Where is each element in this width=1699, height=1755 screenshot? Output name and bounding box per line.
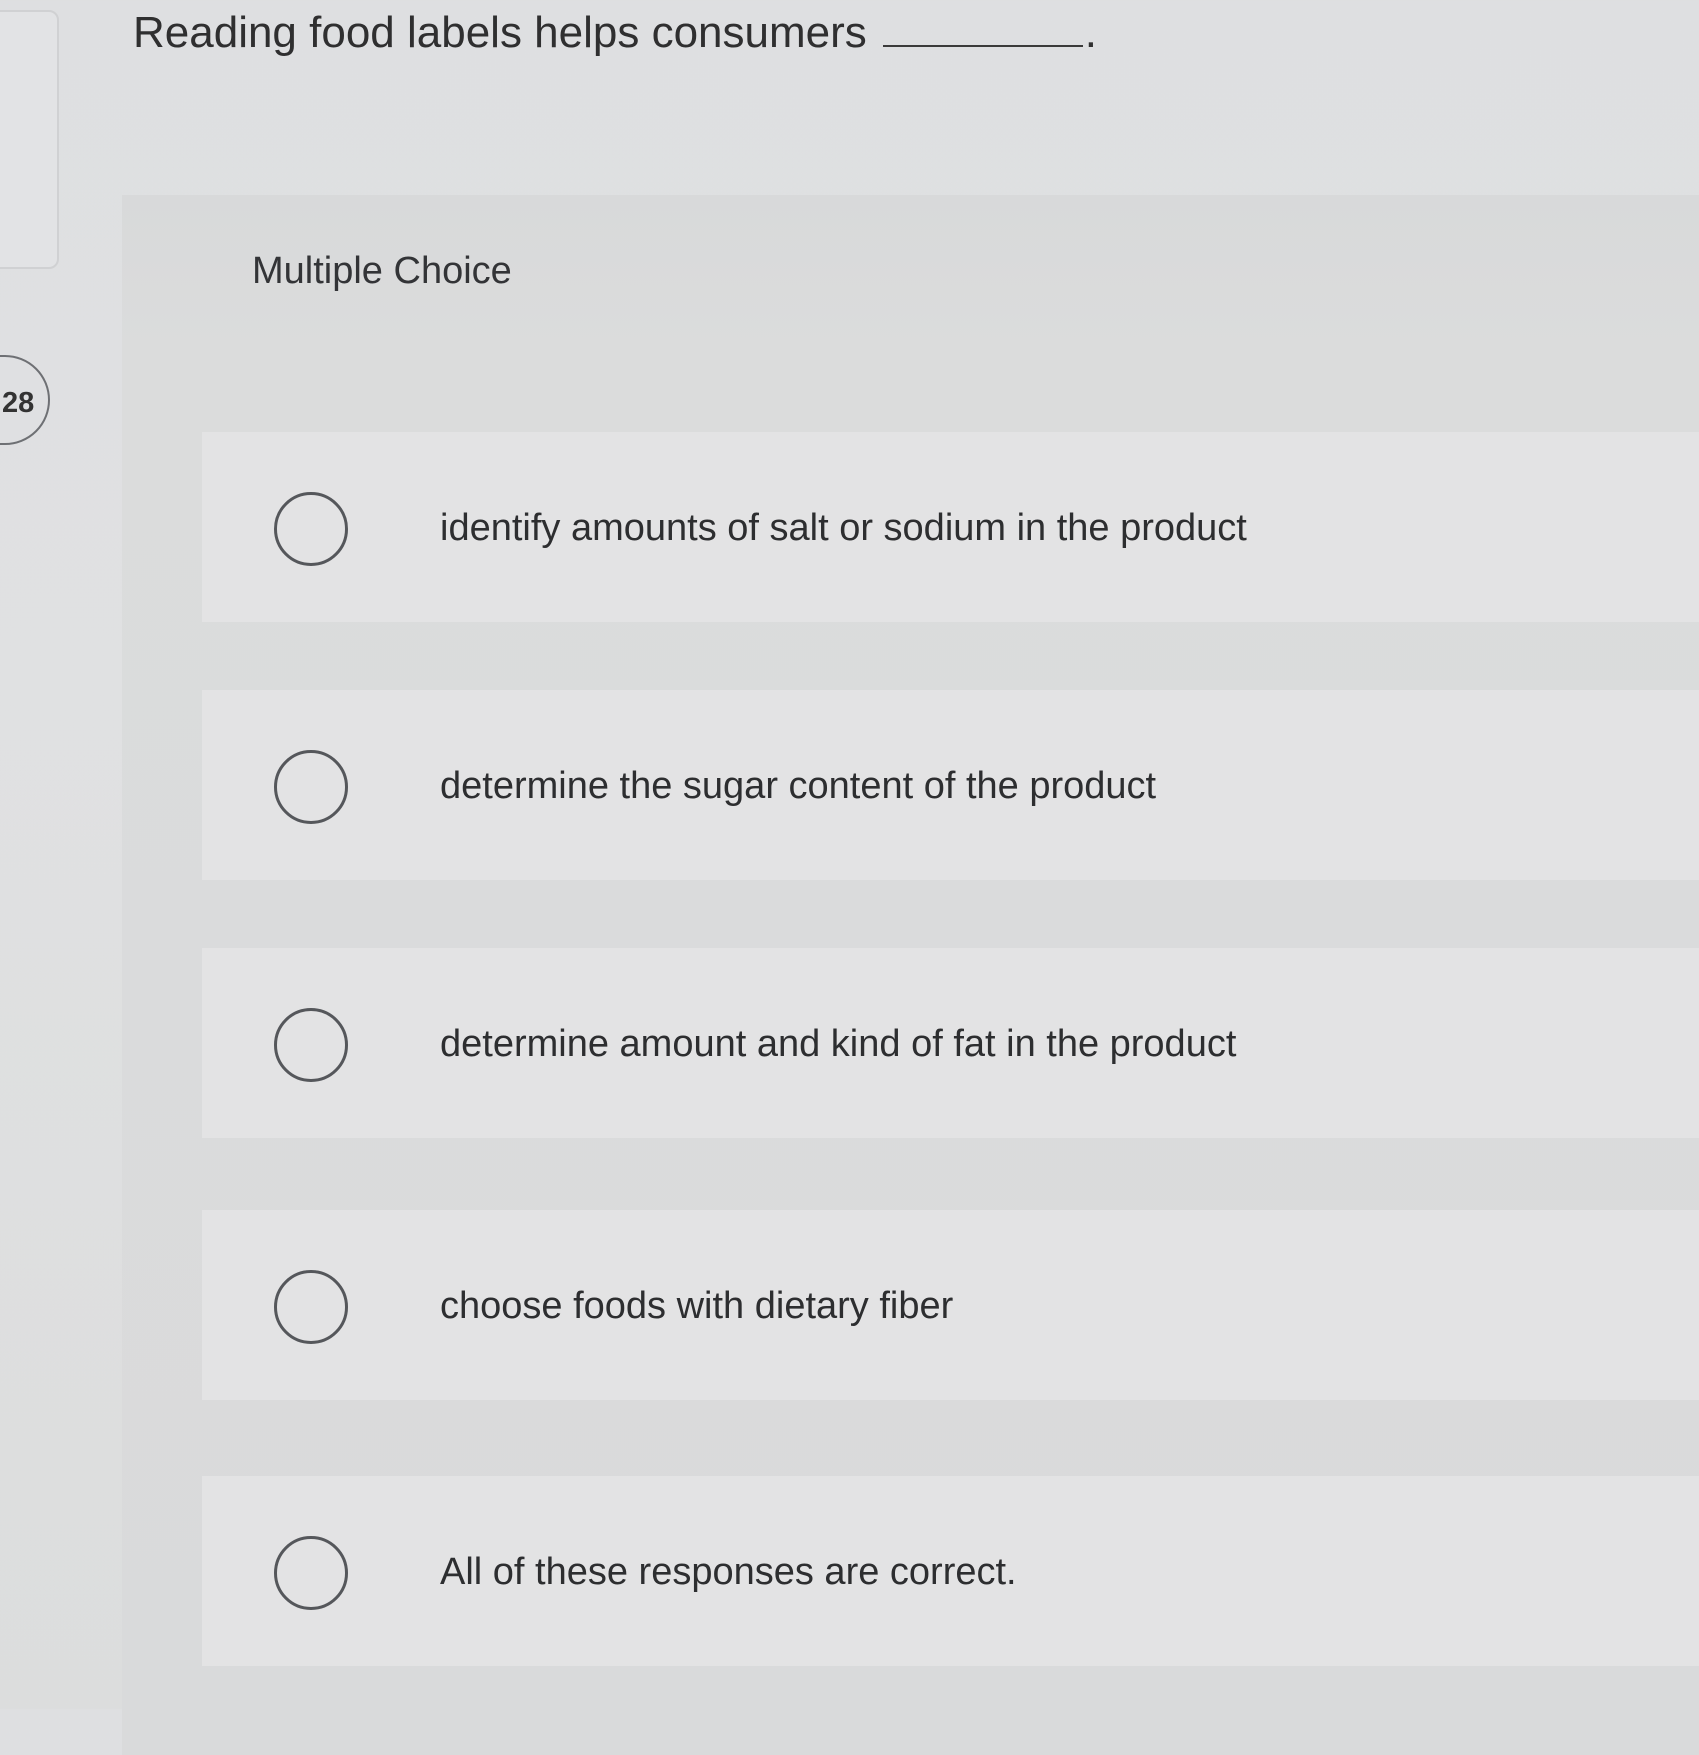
- radio-button-icon[interactable]: [274, 1008, 348, 1082]
- question-number-badge: 28: [0, 355, 50, 445]
- answer-option-a[interactable]: identify amounts of salt or sodium in th…: [202, 432, 1699, 622]
- answer-blank: [882, 11, 1083, 47]
- answer-option-label: determine amount and kind of fat in the …: [440, 1023, 1237, 1065]
- radio-button-icon[interactable]: [274, 1270, 348, 1344]
- answer-option-e[interactable]: All of these responses are correct.: [202, 1476, 1699, 1666]
- answer-option-label: All of these responses are correct.: [440, 1551, 1017, 1593]
- left-rail-card: [0, 10, 59, 269]
- radio-button-icon[interactable]: [274, 492, 348, 566]
- radio-button-icon[interactable]: [274, 750, 348, 824]
- radio-button-icon[interactable]: [274, 1536, 348, 1610]
- question-number: 28: [2, 387, 35, 419]
- question-type-label: Multiple Choice: [252, 250, 512, 292]
- question-prompt: Reading food labels helps consumers.: [133, 8, 1097, 58]
- question-prompt-text: Reading food labels helps consumers: [133, 8, 867, 57]
- question-prompt-end: .: [1084, 8, 1098, 57]
- answer-option-c[interactable]: determine amount and kind of fat in the …: [202, 948, 1699, 1138]
- answer-option-label: identify amounts of salt or sodium in th…: [440, 507, 1247, 549]
- answer-option-d[interactable]: choose foods with dietary fiber: [202, 1210, 1699, 1400]
- answer-option-b[interactable]: determine the sugar content of the produ…: [202, 690, 1699, 880]
- answer-option-label: choose foods with dietary fiber: [440, 1285, 954, 1327]
- answer-option-label: determine the sugar content of the produ…: [440, 765, 1157, 807]
